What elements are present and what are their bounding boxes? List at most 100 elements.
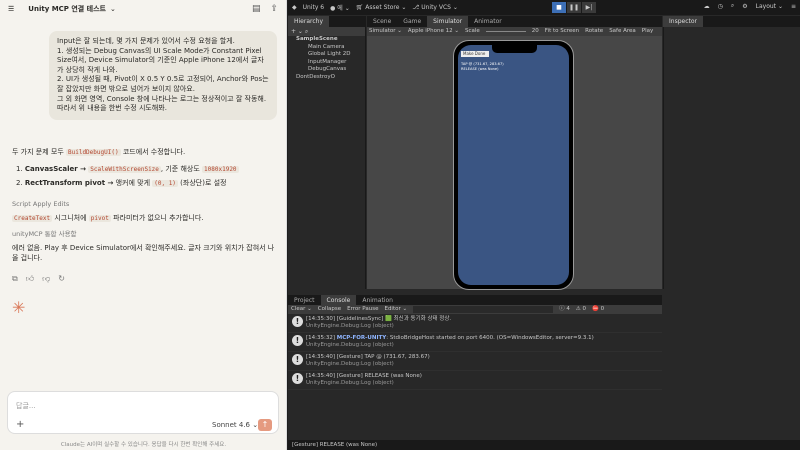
debug-button[interactable]: Make Done [461,51,489,57]
hierarchy-item[interactable]: Global Light 2D [288,51,365,59]
console-search-input[interactable] [413,306,554,313]
info-count[interactable]: ⓘ 4 [559,305,570,314]
hierarchy-item[interactable]: DebugCanvas [288,66,365,74]
text: 코드에서 수정합니다. [122,148,186,156]
status-message[interactable]: [Gesture] RELEASE (was None) [292,442,377,448]
device-label: Apple iPhone 12 [407,28,453,34]
search-icon[interactable]: ⌕ [731,2,734,10]
log-link[interactable]: MCP-FOR-UNITY [337,335,387,341]
tab-game[interactable]: Game [397,16,427,27]
text: 파라미터가 없으니 추가합니다. [113,214,204,222]
editor-dropdown[interactable]: Editor ⌄ [384,305,407,314]
device-dropdown[interactable]: Apple iPhone 12 ⌄ [408,27,459,36]
tab-scene[interactable]: Scene [367,16,397,27]
unity-toolbar: ◆ Unity 6 ● 에 ⌄ 🛒︎ Asset Store ⌄ ⎇ Unity… [288,0,800,15]
note: CreateText 시그니처에 pivot 파라미터가 없으니 추가합니다. [12,213,204,224]
thumbs-down-icon[interactable]: 👎︎ [42,274,50,284]
warning-count[interactable]: ⚠ 0 [576,305,586,314]
retry-icon[interactable]: ↻ [58,274,65,284]
device-frame: Make Done TAP @ (731.67, 283.67) RELEASE… [453,40,574,290]
log-message: [Gesture] TAP @ (731.67, 283.67) [336,354,430,360]
thumbs-up-icon[interactable]: 👍︎ [26,274,34,284]
play-button[interactable]: ■ [552,2,566,13]
log-message: : StdioBridgeHost started on port 6400. … [386,335,594,341]
message-actions: ⧉ 👍︎ 👎︎ ↻ [12,274,65,284]
list-item: 2. RectTransform pivot → 앵커에 맞게 (0, 1) (… [16,179,227,187]
editor-label: Editor [384,306,401,312]
text: 시그니처에 [54,214,87,222]
project-name[interactable]: Unity 6 [303,4,325,11]
asset-store-button[interactable]: 🛒︎ Asset Store ⌄ [356,4,407,11]
tab-console[interactable]: Console [320,295,357,305]
log-time: [14:35:30] [306,316,335,322]
console-tabbar: Project Console Animation [288,295,662,305]
clear-button[interactable]: Clear ⌄ [291,305,312,314]
status-bar: [Gesture] RELEASE (was None) [288,440,800,450]
mode-dropdown[interactable]: Simulator ⌄ [369,27,402,36]
claude-logo-icon: ✳ [12,298,26,317]
device-screen[interactable]: Make Done TAP @ (731.67, 283.67) RELEASE… [458,45,569,285]
error-pause-toggle[interactable]: Error Pause [347,305,378,314]
tool-call-unitymcp[interactable]: unityMCP 통합 사용함 [12,229,77,239]
scale-label: Scale [464,28,480,34]
chat-input[interactable]: 답글... + Sonnet 4.6 ⌄ ↑ [7,391,279,434]
account-button[interactable]: ● 에 ⌄ [330,3,350,12]
hierarchy-toolbar[interactable]: + ⌄ ⌕ [288,27,365,36]
scale-value[interactable]: 20 [532,27,539,36]
send-button[interactable]: ↑ [258,419,272,431]
log-entry[interactable]: ! [14:35:30] [GuidelinesSync] 🟩 최신과 동기화 … [288,314,662,333]
log-entry[interactable]: ! [14:35:40] [Gesture] RELEASE (was None… [288,371,662,390]
model-selector[interactable]: Sonnet 4.6 ⌄ [212,421,258,429]
vcs-button[interactable]: ⎇ Unity VCS ⌄ [412,4,458,11]
log-message: [GuidelinesSync] 🟩 최신과 동기화 상태 정상. [336,316,452,322]
hierarchy-item[interactable]: SampleScene [288,36,365,44]
text: 앵커에 맞게 [115,179,151,187]
cloud-icon[interactable]: ☁ [704,3,710,10]
account-label: 에 [337,5,343,12]
scale-slider[interactable] [485,31,526,32]
console-panel: Clear ⌄ Collapse Error Pause Editor ⌄ ⓘ … [288,305,662,449]
log-entry[interactable]: ! [14:35:40] [Gesture] TAP @ (731.67, 28… [288,352,662,371]
tab-simulator[interactable]: Simulator [427,16,469,27]
log-entry[interactable]: ! [14:35:32] MCP-FOR-UNITY: StdioBridgeH… [288,333,662,352]
log-source: UnityEngine.Debug:Log (object) [306,342,394,348]
share-icon[interactable]: ⇪ [270,4,278,14]
step-button[interactable]: ▶| [582,2,596,13]
hierarchy-tabbar: Hierarchy [288,16,366,27]
tool-call-script-apply[interactable]: Script Apply Edits [12,199,69,209]
copy-icon[interactable]: ⧉ [12,274,18,284]
log-time: [14:35:40] [306,373,335,379]
pause-button[interactable]: ❚❚ [567,2,581,13]
add-icon[interactable]: + [16,419,24,430]
input-placeholder[interactable]: 답글... [16,401,36,411]
tab-hierarchy[interactable]: Hierarchy [288,16,330,27]
tab-animation[interactable]: Animation [356,295,399,305]
layout-dropdown[interactable]: Layout ⌄ [756,3,783,10]
play-mode-dropdown[interactable]: Play [642,27,653,36]
code-span: 1080x1920 [202,166,239,173]
history-icon[interactable]: ◷ [718,3,723,10]
menu-icon[interactable]: ≡ [791,3,796,10]
log-source: UnityEngine.Debug:Log (object) [306,323,394,329]
error-count[interactable]: ⛔ 0 [592,305,604,314]
document-icon[interactable]: ▤ [252,4,261,14]
chevron-down-icon[interactable]: ⌄ [110,5,116,13]
fit-to-screen-button[interactable]: Fit to Screen [545,27,579,36]
hierarchy-item[interactable]: Main Camera [288,44,365,52]
hierarchy-item[interactable]: InputManager [288,59,365,67]
info-icon: ! [292,354,303,365]
rotate-button[interactable]: Rotate [585,27,603,36]
tab-inspector[interactable]: Inspector [663,16,703,27]
hierarchy-item[interactable]: DontDestroyO [288,74,365,82]
chat-panel: ☰ Unity MCP 연결 테스트 ⌄ ▤ ⇪ Input은 잘 되는데, 몇 … [0,0,287,450]
sidebar-toggle-icon[interactable]: ☰ [8,5,14,13]
log-time: [14:35:40] [306,354,335,360]
tab-project[interactable]: Project [288,295,321,305]
safe-area-toggle[interactable]: Safe Area [609,27,636,36]
collapse-toggle[interactable]: Collapse [318,305,341,314]
settings-icon[interactable]: ⚙ [742,3,747,10]
chat-title[interactable]: Unity MCP 연결 테스트 [28,4,106,14]
user-line: Input은 잘 되는데, 몇 가지 문제가 있어서 수정 요청을 할게. [57,37,235,45]
text: , 기준 해상도 [160,165,200,173]
tab-animator[interactable]: Animator [468,16,508,27]
